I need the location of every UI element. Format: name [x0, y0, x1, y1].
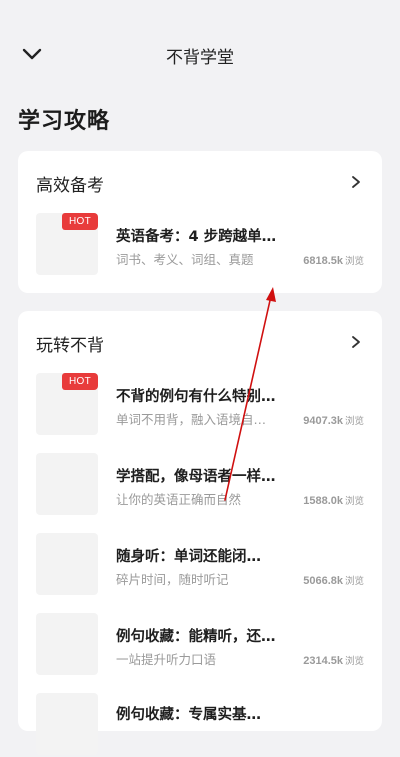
view-count: 2314.5k 浏览 [303, 655, 364, 667]
article-title: 学搭配，像母语者一样… [116, 469, 276, 485]
view-count: 9407.3k 浏览 [303, 415, 364, 427]
card-header[interactable]: 高效备考 [36, 171, 364, 196]
article-subtitle: 词书、考义、词组、真题 [116, 252, 254, 267]
article-title: 例句收藏：能精听，还… [116, 629, 276, 645]
article-item[interactable]: 随身听：单词还能闭… 碎片时间，随时听记 5066.8k 浏览 [36, 533, 364, 597]
card-title: 玩转不背 [36, 336, 104, 356]
article-thumbnail [36, 693, 98, 755]
view-count: 1588.0k 浏览 [303, 495, 364, 507]
card-efficient-exam: 高效备考 HOT 英语备考：4 步跨越单… 词书、考义、词组、真题 6818.5… [18, 151, 382, 293]
article-subtitle: 一站提升听力口语 [116, 652, 217, 667]
chevron-right-icon [352, 336, 360, 348]
article-item[interactable]: 学搭配，像母语者一样… 让你的英语正确而自然 1588.0k 浏览 [36, 453, 364, 517]
article-item[interactable]: 例句收藏：专属实基… [36, 693, 364, 757]
hot-badge: HOT [62, 373, 98, 390]
card-title: 高效备考 [36, 176, 104, 196]
article-title: 英语备考：4 步跨越单… [116, 229, 277, 245]
section-title: 学习攻略 [18, 109, 111, 134]
article-item[interactable]: HOT 英语备考：4 步跨越单… 词书、考义、词组、真题 6818.5k 浏览 [36, 213, 364, 277]
top-bar: 不背学堂 [0, 0, 400, 108]
card-play-bubei: 玩转不背 HOT 不背的例句有什么特别… 单词不用背，融入语境自… 9407.3… [18, 311, 382, 755]
article-thumbnail [36, 533, 98, 595]
card-more-button[interactable] [348, 333, 364, 351]
card-header[interactable]: 玩转不背 [36, 331, 364, 356]
article-title: 不背的例句有什么特别… [116, 389, 276, 405]
article-title: 随身听：单词还能闭… [116, 549, 261, 565]
article-thumbnail [36, 453, 98, 515]
article-item[interactable]: 例句收藏：能精听，还… 一站提升听力口语 2314.5k 浏览 [36, 613, 364, 677]
article-title: 例句收藏：专属实基… [116, 707, 261, 723]
article-subtitle: 让你的英语正确而自然 [116, 492, 242, 507]
card-more-button[interactable] [348, 173, 364, 191]
view-count: 6818.5k 浏览 [303, 255, 364, 267]
hot-badge: HOT [62, 213, 98, 230]
chevron-right-icon [352, 176, 360, 188]
page-title: 不背学堂 [166, 48, 234, 68]
article-item[interactable]: HOT 不背的例句有什么特别… 单词不用背，融入语境自… 9407.3k 浏览 [36, 373, 364, 437]
article-thumbnail [36, 613, 98, 675]
article-subtitle: 碎片时间，随时听记 [116, 572, 229, 587]
article-subtitle: 单词不用背，融入语境自… [116, 412, 267, 427]
view-count: 5066.8k 浏览 [303, 575, 364, 587]
